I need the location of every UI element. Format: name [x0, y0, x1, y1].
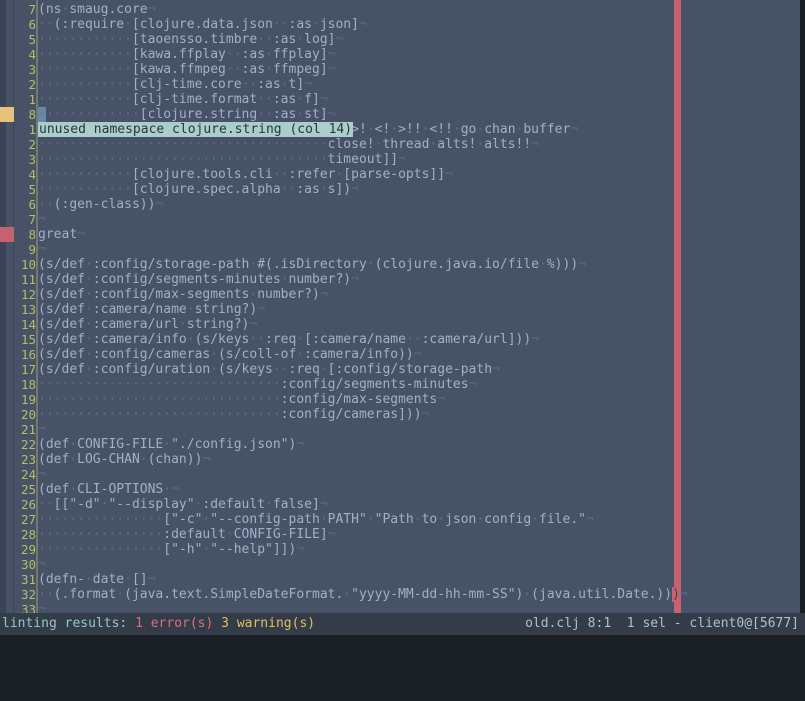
line-number: 6: [28, 197, 36, 212]
line-number: 2: [28, 77, 36, 92]
line-number: 17: [20, 362, 36, 377]
line-number: 23: [20, 452, 36, 467]
code-line[interactable]: ·······························:config/c…: [38, 407, 429, 422]
line-number: 32: [20, 587, 36, 602]
line-number: 4: [28, 47, 36, 62]
line-number: 5: [28, 32, 36, 47]
code-line[interactable]: ¬: [38, 602, 46, 613]
status-left-group: linting results: 1 error(s) 3 warning(s): [2, 613, 315, 635]
line-number: 24: [20, 467, 36, 482]
line-number: 4: [28, 167, 36, 182]
line-number: 33: [20, 602, 36, 613]
code-line[interactable]: (ns·smaug.core¬: [38, 2, 155, 17]
code-line[interactable]: ············[kawa.ffmpeg··:as·ffmpeg]¬: [38, 62, 335, 77]
code-line[interactable]: (s/def·:camera/name·string?)¬: [38, 302, 265, 317]
code-line[interactable]: (s/def·:config/cameras·(s/coll-of·:camer…: [38, 347, 422, 362]
warning-marker[interactable]: [0, 107, 14, 122]
status-bar: linting results: 1 error(s) 3 warning(s)…: [0, 613, 805, 635]
editor-window: 7 6 5 4 3 2 1 8 1 2 3 4 5 6 7 8 9 10 11 12 13 14 15 16 17 18 19 20 2…: [0, 0, 805, 635]
code-line[interactable]: (s/def·:camera/info·(s/keys··:req·[:came…: [38, 332, 539, 347]
code-line[interactable]: (def·LOG-CHAN·(chan))¬: [38, 452, 210, 467]
line-number: 3: [28, 152, 36, 167]
code-line[interactable]: (def·CLI-OPTIONS·¬: [38, 482, 179, 497]
code-line[interactable]: ·····································tim…: [38, 152, 406, 167]
line-number: 27: [20, 512, 36, 527]
diagnostic-tooltip: unused namespace clojure.string (col 14): [38, 122, 354, 137]
warning-count-badge: 3 warning(s): [221, 616, 316, 631]
code-line[interactable]: (s/def·:config/max-segments·number?)¬: [38, 287, 328, 302]
code-line[interactable]: ··(.format·(java.text.SimpleDateFormat.·…: [38, 587, 688, 602]
line-number: 21: [20, 422, 36, 437]
code-line[interactable]: ··(:require·[clojure.data.json··:as·json…: [38, 17, 367, 32]
code-editor[interactable]: 7 6 5 4 3 2 1 8 1 2 3 4 5 6 7 8 9 10 11 12 13 14 15 16 17 18 19 20 2…: [0, 0, 805, 613]
code-line[interactable]: ··[["-d"·"--display"·:default·false]¬: [38, 497, 328, 512]
line-number: 9: [28, 242, 36, 257]
line-number: 15: [20, 332, 36, 347]
code-line[interactable]: ············[clojure.spec.alpha··:as·s])…: [38, 182, 359, 197]
code-line[interactable]: ¬: [38, 467, 46, 482]
line-number: 10: [20, 257, 36, 272]
code-line[interactable]: ············[clj-time.format··:as·f]¬: [38, 92, 328, 107]
line-number: 16: [20, 347, 36, 362]
code-line[interactable]: ············[kawa.ffplay··:as·ffplay]¬: [38, 47, 335, 62]
error-marker[interactable]: [0, 227, 14, 242]
code-line[interactable]: (def·CONFIG-FILE·"./config.json")¬: [38, 437, 304, 452]
line-number: 2: [28, 137, 36, 152]
code-line[interactable]: ¬: [38, 212, 46, 227]
status-file-position: old.clj 8:1 1 sel - client0@[5677]: [525, 616, 799, 631]
line-number: 28: [20, 527, 36, 542]
code-line[interactable]: ············[clj-time.core··:as·t]¬: [38, 77, 312, 92]
line-number: 8: [28, 227, 36, 242]
code-line[interactable]: ·····································clo…: [38, 137, 539, 152]
code-line[interactable]: ¬: [38, 242, 46, 257]
overview-scrollbar[interactable]: [6, 0, 13, 613]
line-number: 1: [28, 122, 36, 137]
code-line[interactable]: ·······························:config/s…: [38, 377, 476, 392]
code-line[interactable]: ·······························:config/m…: [38, 392, 445, 407]
code-line[interactable]: (s/def·:config/segments-minutes·number?)…: [38, 272, 359, 287]
code-line[interactable]: ·············[clojure.string··:as·st]¬: [38, 107, 335, 122]
line-number: 12: [20, 287, 36, 302]
diagnostics-marker-strip[interactable]: [0, 0, 14, 613]
line-number: 20: [20, 407, 36, 422]
line-number: 11: [20, 272, 36, 287]
line-number: 18: [20, 377, 36, 392]
code-line[interactable]: ············[clojure.tools.cli··:refer·[…: [38, 167, 453, 182]
line-number: 7: [28, 212, 36, 227]
code-line[interactable]: ············[taoensso.timbre··:as·log]¬: [38, 32, 343, 47]
code-line[interactable]: (s/def·:config/storage-path·#(.isDirecto…: [38, 257, 586, 272]
error-count-badge: 1 error(s): [135, 616, 214, 631]
line-number: 30: [20, 557, 36, 572]
line-number: 1: [28, 92, 36, 107]
linting-results-label: linting results:: [2, 616, 128, 631]
code-line[interactable]: ··(:gen-class))¬: [38, 197, 163, 212]
code-line[interactable]: ················["-h"·"--help"]])¬: [38, 542, 304, 557]
line-number: 31: [20, 572, 36, 587]
line-number: 8: [28, 107, 36, 122]
code-line[interactable]: ¬: [38, 557, 46, 572]
line-number: 14: [20, 317, 36, 332]
code-line[interactable]: (s/def·:camera/url·string?)¬: [38, 317, 257, 332]
line-number: 13: [20, 302, 36, 317]
code-line[interactable]: (s/def·:config/uration·(s/keys··:req·[:c…: [38, 362, 500, 377]
line-number-gutter: 7 6 5 4 3 2 1 8 1 2 3 4 5 6 7 8 9 10 11 12 13 14 15 16 17 18 19 20 2…: [14, 0, 36, 613]
line-number: 3: [28, 62, 36, 77]
code-line[interactable]: ¬: [38, 422, 46, 437]
line-number: 22: [20, 437, 36, 452]
line-number: 29: [20, 542, 36, 557]
line-number: 19: [20, 392, 36, 407]
line-number: 25: [20, 482, 36, 497]
code-content[interactable]: (ns·smaug.core¬ ··(:require·[clojure.data…: [38, 0, 805, 613]
code-line[interactable]: great¬: [38, 227, 85, 242]
line-number: 26: [20, 497, 36, 512]
line-number: 6: [28, 17, 36, 32]
code-line[interactable]: ················["-c"·"--config-path·PAT…: [38, 512, 594, 527]
line-number: 5: [28, 182, 36, 197]
window-right-edge: [800, 0, 805, 613]
line-number: 7: [28, 2, 36, 17]
code-line[interactable]: ················:default·CONFIG-FILE]¬: [38, 527, 335, 542]
code-line[interactable]: (defn-·date·[]¬: [38, 572, 155, 587]
